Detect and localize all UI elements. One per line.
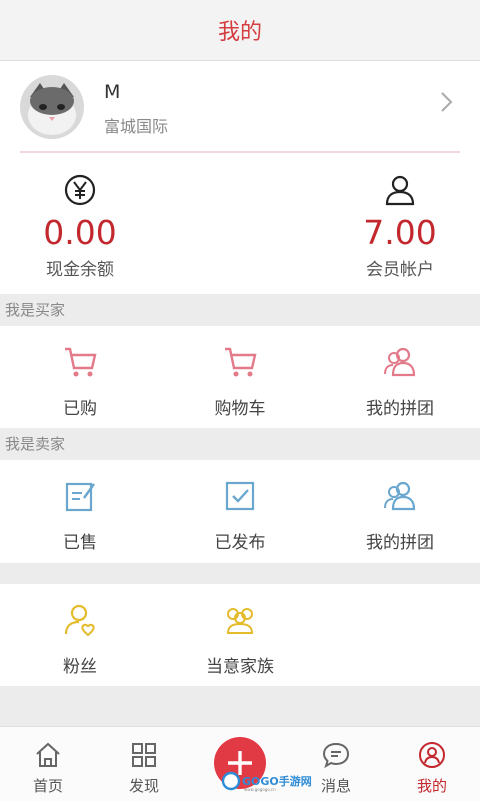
member-account[interactable]: 7.00 会员帐户 bbox=[320, 173, 480, 280]
user-icon bbox=[320, 173, 480, 209]
family-icon bbox=[160, 602, 320, 638]
cash-balance-value: 0.00 bbox=[43, 213, 117, 252]
buyer-panel: 已购 购物车 我的拼团 bbox=[0, 326, 480, 428]
seller-panel: 已售 已发布 我的拼团 bbox=[0, 460, 480, 563]
divider bbox=[20, 151, 460, 153]
published-button[interactable]: 已发布 bbox=[160, 460, 320, 563]
user-name: M bbox=[104, 81, 121, 103]
tab-mine[interactable]: 我的 bbox=[384, 727, 480, 801]
profile-card: M 富城国际 0.00 现金余额 7.00 会员帐户 bbox=[0, 61, 480, 294]
sold-button[interactable]: 已售 bbox=[0, 460, 160, 563]
cart-button[interactable]: 购物车 bbox=[160, 326, 320, 428]
published-label: 已发布 bbox=[214, 533, 266, 553]
edit-icon bbox=[0, 478, 160, 514]
group-icon bbox=[320, 344, 480, 380]
seller-group-label: 我的拼团 bbox=[366, 533, 434, 553]
fans-label: 粉丝 bbox=[63, 657, 97, 677]
cash-balance[interactable]: 0.00 现金余额 bbox=[0, 173, 160, 280]
user-subtitle: 富城国际 bbox=[104, 117, 169, 136]
fan-icon bbox=[0, 602, 160, 638]
family-label: 当意家族 bbox=[206, 657, 274, 677]
tab-discover[interactable]: 发现 bbox=[96, 727, 192, 801]
social-panel: 粉丝 当意家族 bbox=[0, 584, 480, 686]
seller-section-label: 我是卖家 bbox=[0, 428, 480, 460]
sold-label: 已售 bbox=[63, 533, 97, 553]
check-icon bbox=[160, 478, 320, 514]
buyer-section-label: 我是买家 bbox=[0, 294, 480, 326]
page-title: 我的 bbox=[217, 20, 262, 45]
profile-icon bbox=[384, 741, 480, 773]
cart-label: 购物车 bbox=[214, 399, 266, 419]
cart-icon bbox=[160, 344, 320, 380]
purchased-button[interactable]: 已购 bbox=[0, 326, 160, 428]
yen-icon bbox=[0, 173, 160, 209]
chevron-right-icon[interactable] bbox=[440, 91, 454, 117]
tab-home-label: 首页 bbox=[32, 777, 63, 795]
watermark: GOGO手游网 www.gogogo.cn bbox=[221, 770, 322, 792]
watermark-text: GOGO手游网 bbox=[242, 774, 312, 788]
tab-mine-label: 我的 bbox=[416, 777, 447, 795]
tab-discover-label: 发现 bbox=[128, 777, 159, 795]
buyer-group-button[interactable]: 我的拼团 bbox=[320, 326, 480, 428]
family-button[interactable]: 当意家族 bbox=[160, 584, 320, 686]
seller-group-button[interactable]: 我的拼团 bbox=[320, 460, 480, 563]
member-account-label: 会员帐户 bbox=[366, 260, 434, 280]
chat-icon bbox=[288, 741, 384, 773]
cash-balance-label: 现金余额 bbox=[46, 260, 114, 280]
group-icon bbox=[320, 478, 480, 514]
member-account-value: 7.00 bbox=[363, 213, 437, 252]
fans-button[interactable]: 粉丝 bbox=[0, 584, 160, 686]
avatar[interactable] bbox=[20, 75, 84, 139]
grid-icon bbox=[96, 741, 192, 773]
buyer-group-label: 我的拼团 bbox=[366, 399, 434, 419]
home-icon bbox=[0, 741, 96, 773]
tab-home[interactable]: 首页 bbox=[0, 727, 96, 801]
watermark-url: www.gogogo.cn bbox=[244, 787, 276, 792]
cart-icon bbox=[0, 344, 160, 380]
purchased-label: 已购 bbox=[63, 399, 97, 419]
top-bar: 我的 bbox=[0, 0, 480, 61]
